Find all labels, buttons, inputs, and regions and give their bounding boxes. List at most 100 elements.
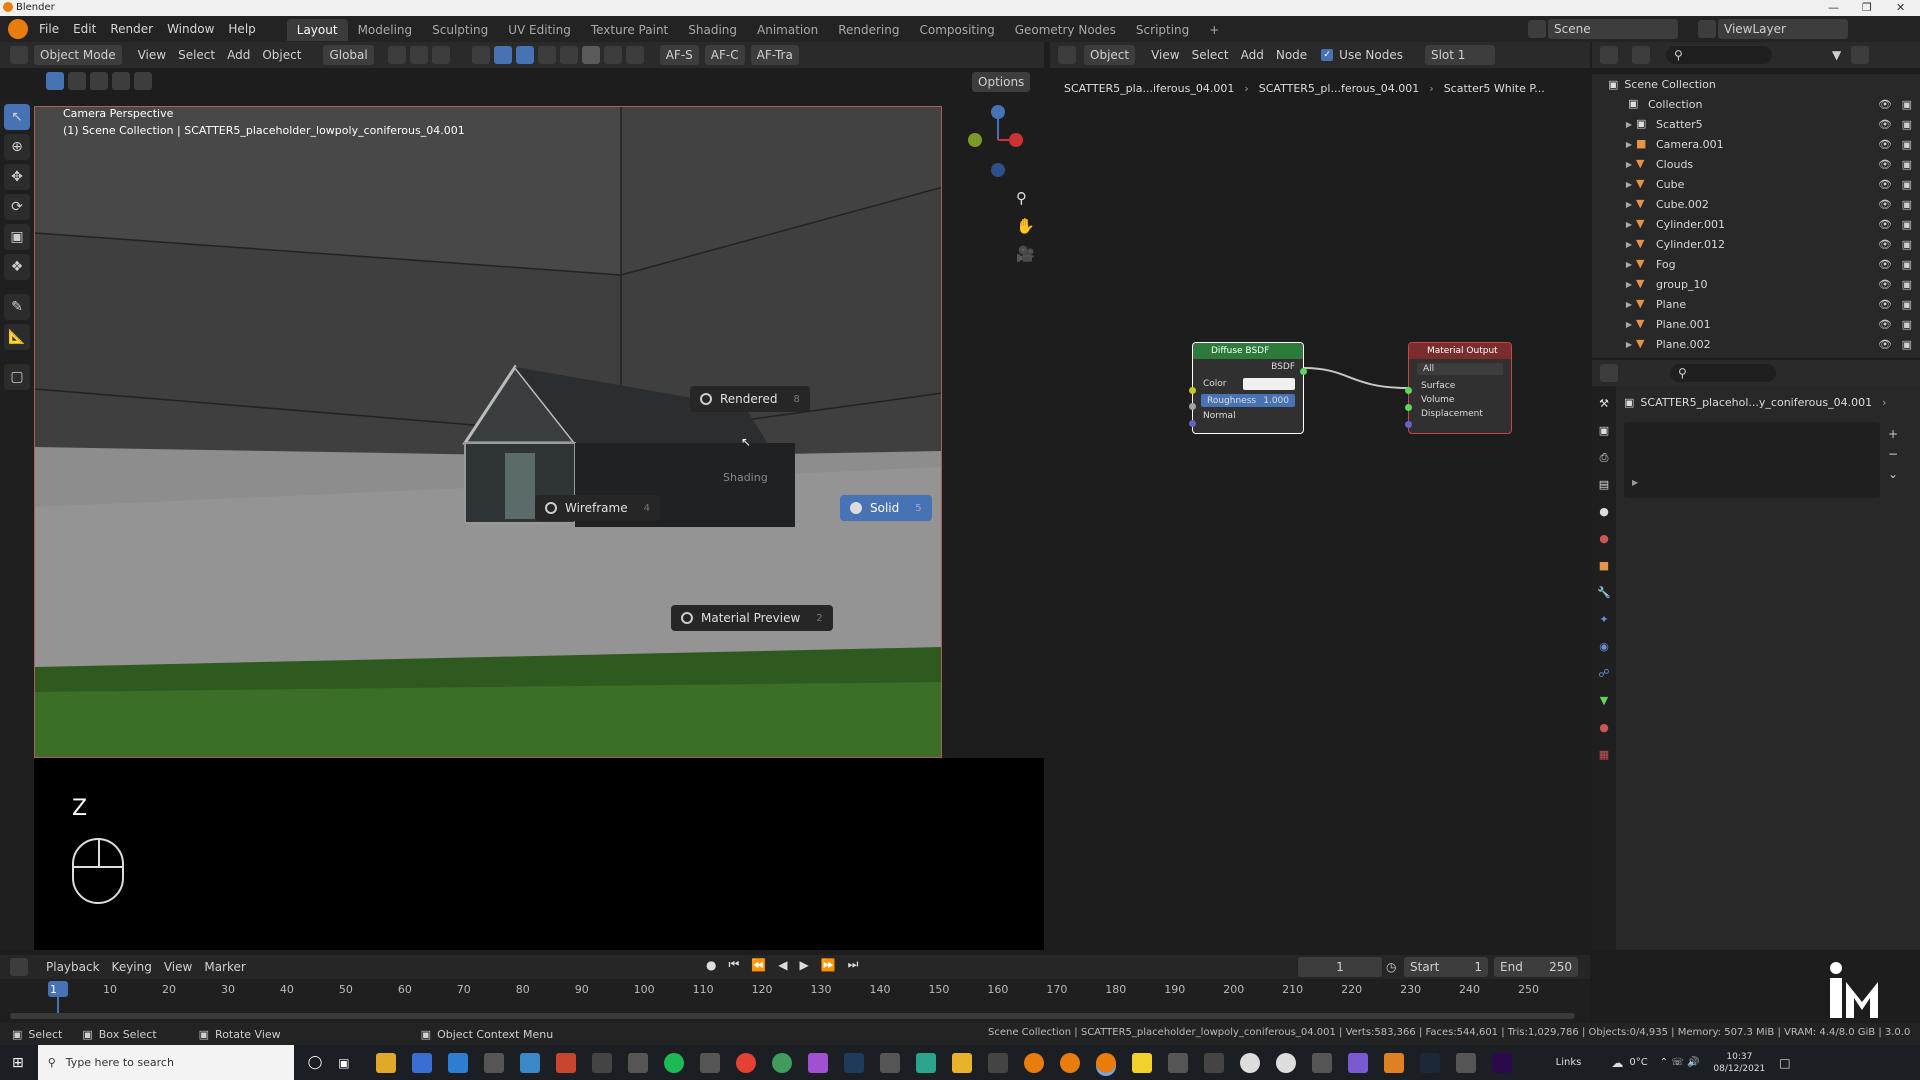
orientation-dropdown[interactable]: Global (323, 45, 374, 65)
scene-tab-icon[interactable]: ● (1595, 503, 1613, 521)
outliner-item-plane-002[interactable]: ▶ ▼ Plane.002 👁 ▣ (1592, 334, 1920, 354)
shading-material-icon[interactable] (603, 46, 622, 64)
outliner-item-fog[interactable]: ▶ ▼ Fog 👁 ▣ (1592, 254, 1920, 274)
display-mode-icon[interactable] (1632, 46, 1650, 64)
render-camera-icon[interactable]: ▣ (1902, 278, 1912, 291)
editor-type-icon[interactable] (10, 46, 28, 64)
visibility-eye-icon[interactable]: 👁 (1878, 218, 1892, 231)
playback-menu[interactable]: Playback (40, 957, 106, 977)
options-button[interactable]: Options (972, 72, 1031, 92)
jump-end-icon[interactable]: ⏭ (848, 957, 859, 972)
properties-editor-icon[interactable] (1600, 364, 1618, 382)
windows-start-icon[interactable]: ⊞ (12, 1055, 24, 1071)
displacement-input-socket[interactable] (1405, 421, 1412, 428)
tab-layout[interactable]: Layout (286, 19, 348, 41)
app-icon-5[interactable] (519, 1052, 540, 1073)
select-menu[interactable]: Select (172, 45, 221, 65)
pie-wireframe-button[interactable]: Wireframe 4 (535, 495, 660, 521)
timeline-editor-icon[interactable] (10, 958, 28, 976)
render-camera-icon[interactable]: ▣ (1902, 298, 1912, 311)
vlc-icon[interactable] (1383, 1052, 1404, 1073)
shading-wireframe-icon[interactable] (559, 46, 578, 64)
object-menu[interactable]: Object (256, 45, 307, 65)
addon-afs-button[interactable]: AF-S (659, 45, 699, 65)
camera-view-icon[interactable]: 🎥 (1016, 240, 1035, 268)
material-slot-list[interactable]: ▶ (1624, 422, 1880, 498)
texture-tab-icon[interactable]: ▦ (1595, 746, 1613, 764)
unreal-icon-1[interactable] (1239, 1052, 1260, 1073)
render-camera-icon[interactable]: ▣ (1902, 338, 1912, 351)
photoshop-icon[interactable] (843, 1052, 864, 1073)
physics-tab-icon[interactable]: ◉ (1595, 638, 1613, 656)
select-invert-icon[interactable] (112, 72, 130, 90)
app-icon-22[interactable] (1167, 1052, 1188, 1073)
app-icon-6[interactable] (555, 1052, 576, 1073)
normal-input-socket[interactable] (1189, 420, 1196, 427)
menu-help[interactable]: Help (221, 16, 262, 42)
world-tab-icon[interactable]: ● (1595, 530, 1613, 548)
visibility-eye-icon[interactable]: 👁 (1878, 258, 1892, 271)
tab-scripting[interactable]: Scripting (1126, 19, 1199, 41)
render-camera-icon[interactable]: ▣ (1902, 118, 1912, 131)
node-select-menu[interactable]: Select (1186, 45, 1235, 65)
steam-icon[interactable] (1419, 1052, 1440, 1073)
tab-texture-paint[interactable]: Texture Paint (581, 19, 678, 41)
render-camera-icon[interactable]: ▣ (1902, 178, 1912, 191)
outliner-item-cube-002[interactable]: ▶ ▼ Cube.002 👁 ▣ (1592, 194, 1920, 214)
roughness-input-socket[interactable] (1189, 403, 1196, 410)
scene-field[interactable]: Scene (1548, 19, 1678, 39)
object-tab-icon[interactable]: ■ (1595, 557, 1613, 575)
weather-icon[interactable]: ☁ (1611, 1056, 1623, 1070)
visibility-eye-icon[interactable]: 👁 (1878, 198, 1892, 211)
app-icon-4[interactable] (483, 1052, 504, 1073)
material-tab-icon[interactable]: ● (1595, 719, 1613, 737)
keying-menu[interactable]: Keying (106, 957, 158, 977)
node-editor-type-icon[interactable] (1058, 46, 1076, 64)
rotate-tool-icon[interactable]: ⟳ (4, 194, 30, 220)
render-camera-icon[interactable]: ▣ (1902, 198, 1912, 211)
outliner-item-plane-001[interactable]: ▶ ▼ Plane.001 👁 ▣ (1592, 314, 1920, 334)
blender-menu-icon[interactable] (8, 19, 28, 39)
pie-material-preview-button[interactable]: Material Preview 2 (671, 605, 833, 631)
record-icon[interactable]: ● (706, 958, 716, 972)
notifications-icon[interactable]: □ (1779, 1056, 1790, 1070)
select-subtract-icon[interactable] (90, 72, 108, 90)
remove-slot-icon[interactable]: − (1888, 444, 1898, 464)
diffuse-color-swatch[interactable] (1243, 378, 1295, 390)
navigation-gizmo[interactable] (960, 104, 1030, 184)
node-editor[interactable]: SCATTER5_pla...iferous_04.001 › SCATTER5… (1050, 74, 1590, 950)
scale-tool-icon[interactable]: ▣ (4, 224, 30, 250)
minimize-icon[interactable]: — (1828, 1, 1839, 14)
node-add-menu[interactable]: Add (1235, 45, 1270, 65)
app-icon-7[interactable] (591, 1052, 612, 1073)
use-nodes-checkbox[interactable]: ✓ (1321, 49, 1334, 61)
spotify-icon[interactable] (663, 1052, 684, 1073)
tab-rendering[interactable]: Rendering (828, 19, 909, 41)
output-target-dropdown[interactable]: All (1417, 363, 1503, 375)
timeline-view-menu[interactable]: View (158, 957, 198, 977)
outliner-item-scatter5[interactable]: ▶ ▣ Scatter5 👁 ▣ (1592, 114, 1920, 134)
visibility-icon[interactable] (471, 46, 490, 64)
app-icon-13[interactable] (807, 1052, 828, 1073)
tool-tab-icon[interactable]: ⚒ (1595, 395, 1613, 413)
bsdf-output-socket[interactable] (1300, 368, 1307, 375)
select-new-icon[interactable] (46, 72, 64, 90)
view-layer-icon[interactable] (1698, 20, 1716, 38)
clock-icon[interactable]: ◷ (1386, 960, 1396, 974)
visibility-eye-icon[interactable]: 👁 (1878, 278, 1892, 291)
app-icon-30[interactable] (1455, 1052, 1476, 1073)
tab-animation[interactable]: Animation (747, 19, 828, 41)
marker-menu[interactable]: Marker (198, 957, 251, 977)
render-camera-icon[interactable]: ▣ (1902, 138, 1912, 151)
expand-icon[interactable]: ▶ (1622, 220, 1636, 229)
3d-viewport[interactable]: Camera Perspective (1) Scene Collection … (34, 106, 942, 758)
task-view-icon[interactable]: ▣ (338, 1056, 349, 1070)
pie-rendered-button[interactable]: Rendered 8 (690, 386, 810, 412)
expand-icon[interactable]: ▶ (1622, 160, 1636, 169)
roughness-slider[interactable]: Roughness 1.000 (1201, 394, 1295, 407)
snap-icon[interactable] (409, 46, 428, 64)
particles-tab-icon[interactable]: ✦ (1595, 611, 1613, 629)
outliner-item-camera[interactable]: ▶ ■ Camera.001 👁 ▣ (1592, 134, 1920, 154)
end-frame-field[interactable]: End 250 (1494, 957, 1578, 977)
prev-key-icon[interactable]: ⏪ (751, 958, 766, 972)
